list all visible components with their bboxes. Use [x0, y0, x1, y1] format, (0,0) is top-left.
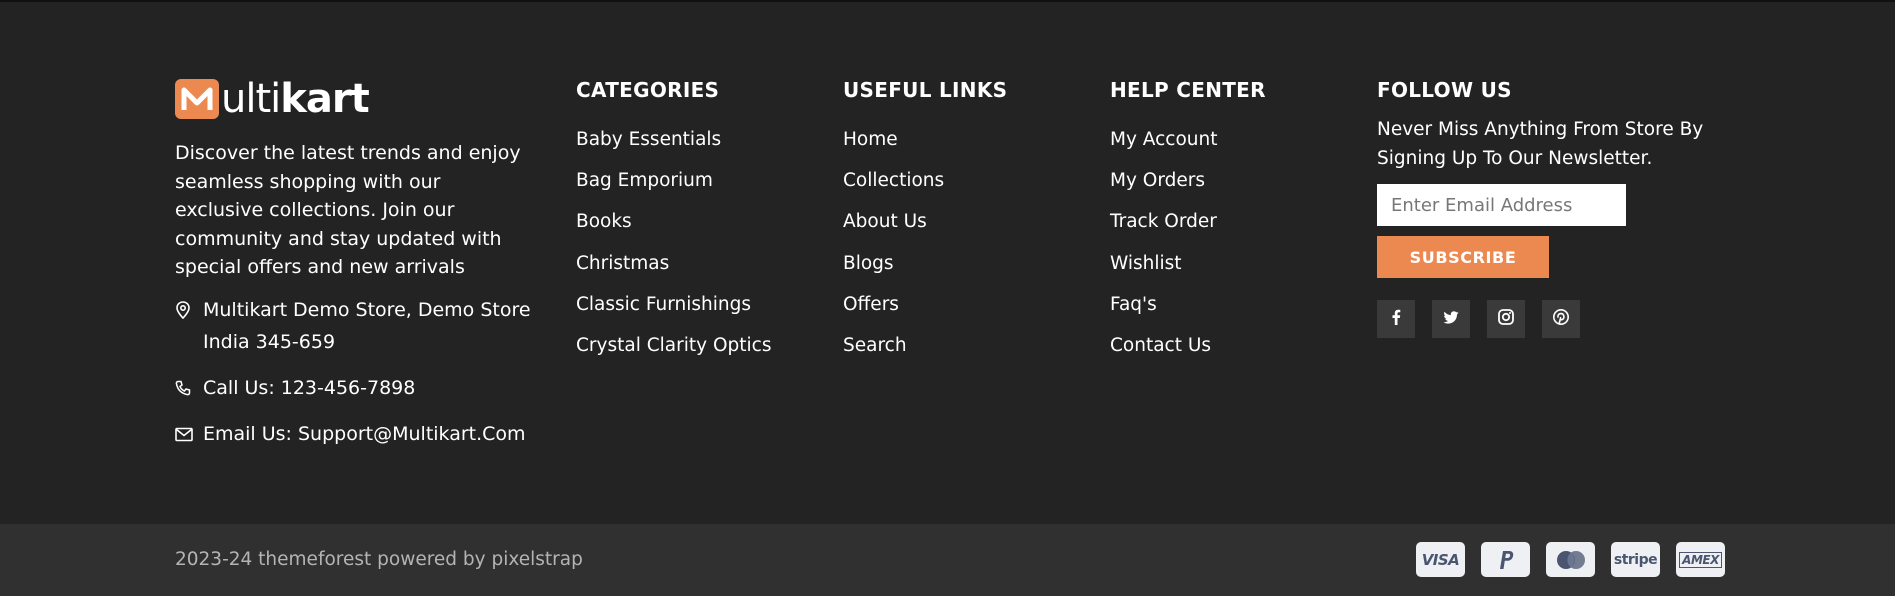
twitter-icon — [1443, 310, 1459, 329]
copyright-text: 2023-24 themeforest powered by pixelstra… — [175, 549, 583, 570]
category-link[interactable]: Christmas — [576, 252, 771, 293]
newsletter-email-input[interactable] — [1377, 184, 1626, 226]
useful-link[interactable]: Offers — [843, 293, 944, 334]
help-link[interactable]: My Orders — [1110, 169, 1218, 210]
about-text: Discover the latest trends and enjoy sea… — [175, 142, 521, 278]
useful-link[interactable]: Search — [843, 334, 944, 375]
phone-row[interactable]: Call Us: 123-456-7898 — [175, 372, 543, 404]
help-link[interactable]: Track Order — [1110, 210, 1218, 251]
help-link[interactable]: Contact Us — [1110, 334, 1218, 375]
footer-bottom-bar: 2023-24 themeforest powered by pixelstra… — [0, 524, 1895, 596]
mail-icon — [175, 418, 203, 450]
category-link[interactable]: Bag Emporium — [576, 169, 771, 210]
useful-link[interactable]: Blogs — [843, 252, 944, 293]
category-link[interactable]: Baby Essentials — [576, 128, 771, 169]
facebook-icon — [1391, 309, 1401, 329]
address-row: Multikart Demo Store, Demo Store India 3… — [175, 294, 543, 358]
useful-links-title: USEFUL LINKS — [843, 78, 1008, 102]
phone-icon — [175, 372, 203, 404]
facebook-button[interactable] — [1377, 300, 1415, 338]
categories-title: CATEGORIES — [576, 78, 720, 102]
logo-mark-icon — [175, 79, 219, 119]
instagram-button[interactable] — [1487, 300, 1525, 338]
useful-link[interactable]: About Us — [843, 210, 944, 251]
phone-text: Call Us: 123-456-7898 — [203, 377, 416, 399]
subscribe-button[interactable]: SUBSCRIBE — [1377, 236, 1549, 278]
pinterest-button[interactable] — [1542, 300, 1580, 338]
useful-link[interactable]: Collections — [843, 169, 944, 210]
amex-icon: AMEX — [1676, 542, 1725, 577]
visa-icon: VISA — [1416, 542, 1465, 577]
map-pin-icon — [175, 294, 203, 326]
categories-list: Baby Essentials Bag Emporium Books Chris… — [576, 128, 771, 375]
useful-links-list: Home Collections About Us Blogs Offers S… — [843, 128, 944, 375]
logo-text: ultikart — [221, 76, 370, 122]
instagram-icon — [1498, 309, 1514, 329]
pinterest-icon — [1553, 309, 1569, 329]
paypal-icon — [1481, 542, 1530, 577]
help-center-list: My Account My Orders Track Order Wishlis… — [1110, 128, 1218, 375]
email-row[interactable]: Email Us: Support@Multikart.Com — [175, 418, 543, 450]
stripe-icon: stripe — [1611, 542, 1660, 577]
newsletter-text: Never Miss Anything From Store By Signin… — [1377, 119, 1704, 169]
category-link[interactable]: Crystal Clarity Optics — [576, 334, 771, 375]
help-link[interactable]: Faq's — [1110, 293, 1218, 334]
email-text: Email Us: Support@Multikart.Com — [203, 423, 526, 445]
mastercard-icon — [1546, 542, 1595, 577]
help-link[interactable]: Wishlist — [1110, 252, 1218, 293]
address-text: Multikart Demo Store, Demo Store India 3… — [203, 299, 531, 353]
multikart-logo[interactable]: ultikart — [175, 76, 370, 122]
help-link[interactable]: My Account — [1110, 128, 1218, 169]
follow-us-title: FOLLOW US — [1377, 78, 1512, 102]
useful-link[interactable]: Home — [843, 128, 944, 169]
help-center-title: HELP CENTER — [1110, 78, 1266, 102]
category-link[interactable]: Classic Furnishings — [576, 293, 771, 334]
twitter-button[interactable] — [1432, 300, 1470, 338]
category-link[interactable]: Books — [576, 210, 771, 251]
